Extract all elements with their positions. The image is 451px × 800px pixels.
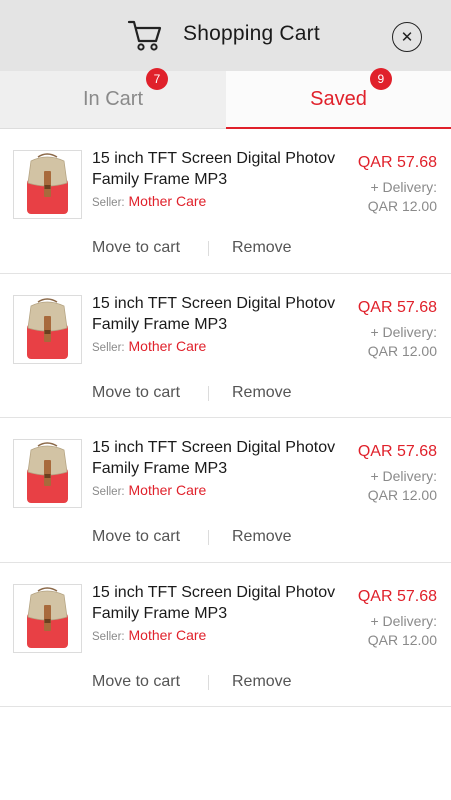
tab-saved[interactable]: Saved 9 [226, 67, 451, 129]
cart-icon [127, 20, 162, 51]
move-to-cart-button[interactable]: Move to cart [92, 384, 180, 402]
backpack-image [27, 153, 68, 214]
delivery-label: + Delivery: [370, 612, 437, 629]
tab-label: In Cart [82, 88, 144, 110]
seller-label: Seller: [92, 486, 125, 498]
divider [208, 530, 209, 545]
seller-name[interactable]: Mother Care [129, 193, 207, 209]
seller-info: Seller: Mother Care [92, 193, 206, 209]
list-item: 15 inch TFT Screen Digital Photov Family… [0, 129, 451, 274]
close-button[interactable]: ✕ [392, 22, 422, 52]
product-price: QAR 57.68 [357, 443, 437, 460]
delivery-fee: QAR 12.00 [367, 487, 437, 503]
tab-label: Saved [310, 87, 367, 110]
count-badge: 7 [146, 68, 169, 90]
seller-name[interactable]: Mother Care [129, 338, 207, 354]
seller-label: Seller: [92, 630, 125, 643]
seller-info: Seller: Mother Care [92, 482, 206, 498]
product-image[interactable] [13, 150, 82, 219]
divider [208, 674, 209, 690]
list-item: 15 inch TFT Screen Digital Photov Family… [0, 274, 451, 418]
move-to-cart-button[interactable]: Move to cart [92, 673, 180, 691]
product-price: QAR 57.68 [357, 154, 437, 171]
delivery-fee: QAR 12.00 [367, 342, 437, 359]
product-image[interactable] [13, 583, 82, 653]
product-image[interactable] [13, 439, 82, 508]
delivery-label: + Delivery: [370, 179, 437, 195]
header-bar: Shopping Cart ✕ [0, 0, 451, 71]
delivery-label: + Delivery: [370, 323, 437, 340]
divider [208, 385, 209, 401]
delivery-fee: QAR 12.00 [367, 631, 437, 648]
list-item: 15 inch TFT Screen Digital Photov Family… [0, 563, 451, 707]
seller-label: Seller: [92, 197, 125, 209]
seller-info: Seller: Mother Care [92, 627, 206, 643]
backpack-image [27, 586, 68, 648]
move-to-cart-button[interactable]: Move to cart [92, 528, 180, 546]
backpack-image [27, 442, 68, 503]
delivery-label: + Delivery: [370, 468, 437, 484]
close-icon: ✕ [400, 28, 414, 46]
cart-tabs: In Cart 7 Saved 9 [0, 67, 451, 129]
seller-name[interactable]: Mother Care [129, 482, 207, 498]
saved-items-list: 15 inch TFT Screen Digital Photov Family… [0, 129, 451, 707]
remove-button[interactable]: Remove [232, 384, 292, 402]
seller-name[interactable]: Mother Care [129, 627, 207, 643]
product-title[interactable]: 15 inch TFT Screen Digital Photov Family… [92, 148, 342, 190]
delivery-fee: QAR 12.00 [367, 198, 437, 214]
count-badge: 9 [369, 67, 392, 90]
product-price: QAR 57.68 [357, 298, 437, 316]
backpack-image [27, 297, 68, 359]
product-title[interactable]: 15 inch TFT Screen Digital Photov Family… [92, 437, 342, 479]
tab-in-cart[interactable]: In Cart 7 [0, 68, 226, 129]
product-title[interactable]: 15 inch TFT Screen Digital Photov Family… [92, 582, 342, 624]
product-image[interactable] [13, 294, 82, 364]
seller-info: Seller: Mother Care [92, 338, 206, 354]
remove-button[interactable]: Remove [232, 239, 292, 257]
list-item: 15 inch TFT Screen Digital Photov Family… [0, 418, 451, 563]
product-price: QAR 57.68 [357, 587, 437, 605]
move-to-cart-button[interactable]: Move to cart [92, 239, 180, 257]
product-title[interactable]: 15 inch TFT Screen Digital Photov Family… [92, 293, 342, 335]
divider [208, 241, 209, 256]
remove-button[interactable]: Remove [232, 528, 292, 546]
remove-button[interactable]: Remove [232, 673, 292, 691]
page-title: Shopping Cart [183, 22, 320, 45]
seller-label: Seller: [92, 341, 125, 354]
